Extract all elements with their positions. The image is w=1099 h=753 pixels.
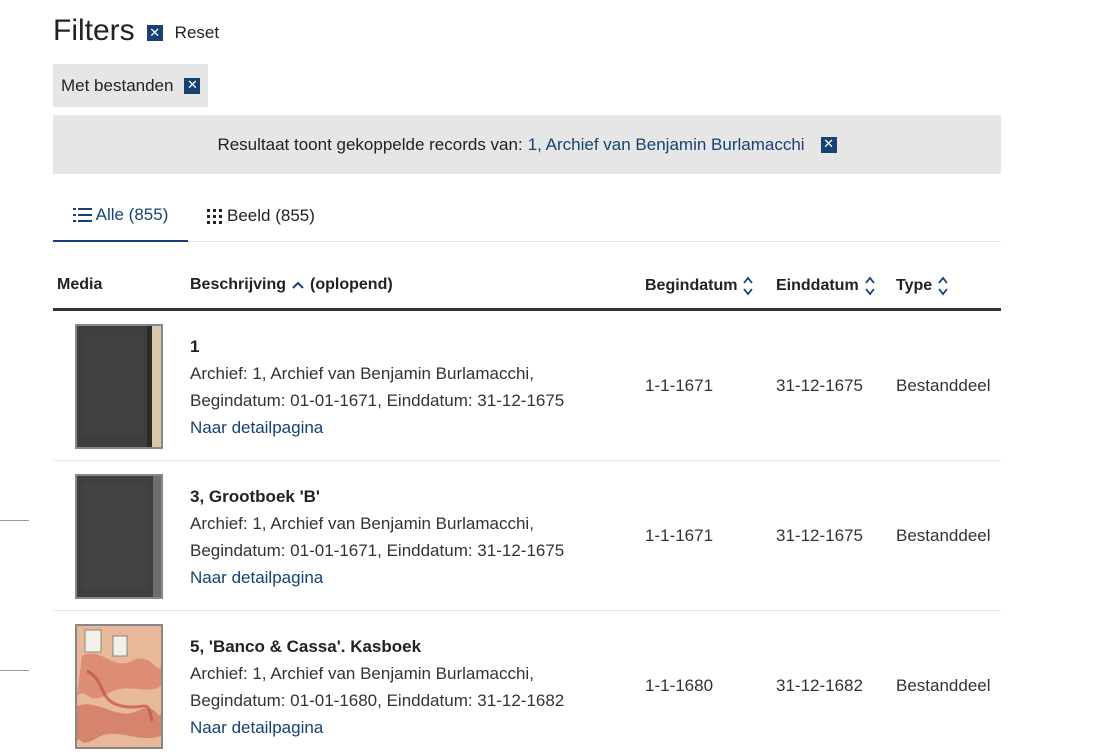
record-dates: Begindatum: 01-01-1671, Einddatum: 31-12… <box>190 541 565 560</box>
record-thumbnail[interactable] <box>75 474 163 599</box>
reset-link[interactable]: Reset <box>175 23 219 43</box>
column-header-description[interactable]: Beschrijving (oplopend) <box>190 276 393 294</box>
record-archive: Archief: 1, Archief van Benjamin Burlama… <box>190 514 534 533</box>
record-begin-date: 1-1-1680 <box>645 676 714 695</box>
column-header-begin[interactable]: Begindatum <box>645 276 754 296</box>
record-title: 3, Grootboek 'B' <box>190 487 320 506</box>
record-begin-date: 1-1-1671 <box>645 526 714 545</box>
table-row: 1 Archief: 1, Archief van Benjamin Burla… <box>53 311 1001 461</box>
sort-ascending-icon <box>292 280 304 290</box>
remove-link-filter-icon[interactable]: ✕ <box>820 136 837 153</box>
record-title: 1 <box>190 337 200 356</box>
clear-filters-icon[interactable]: ✕ <box>146 25 163 41</box>
record-dates: Begindatum: 01-01-1671, Einddatum: 31-12… <box>190 391 565 410</box>
record-archive: Archief: 1, Archief van Benjamin Burlama… <box>190 664 534 683</box>
sort-toggle-icon <box>938 276 948 296</box>
table-header: Media Beschrijving (oplopend) Begindatum… <box>53 268 1001 311</box>
sort-toggle-icon <box>743 276 754 296</box>
record-end-date: 31-12-1675 <box>776 376 863 395</box>
record-end-date: 31-12-1675 <box>776 526 863 545</box>
tab-all[interactable]: Alle (855) <box>53 190 188 242</box>
divider <box>0 520 29 521</box>
tab-image[interactable]: Beeld (855) <box>206 190 315 242</box>
column-header-type[interactable]: Type <box>896 276 948 296</box>
record-thumbnail[interactable] <box>75 324 163 449</box>
record-thumbnail[interactable] <box>75 624 163 749</box>
record-type: Bestanddeel <box>896 676 991 695</box>
active-filter-chip: Met bestanden ✕ <box>53 64 209 107</box>
banner-archive-link[interactable]: 1, Archief van Benjamin Burlamacchi <box>528 135 805 155</box>
detail-page-link[interactable]: Naar detailpagina <box>190 714 630 741</box>
column-header-description-label: Beschrijving <box>190 276 287 293</box>
banner-text: Resultaat toont gekoppelde records van: <box>217 134 523 154</box>
filters-title: Filters <box>53 14 135 47</box>
record-archive: Archief: 1, Archief van Benjamin Burlama… <box>190 364 534 383</box>
tab-image-label: Beeld (855) <box>227 206 315 225</box>
list-icon <box>72 207 93 223</box>
table-row: 3, Grootboek 'B' Archief: 1, Archief van… <box>53 461 1001 611</box>
sort-toggle-icon <box>864 276 875 296</box>
table-row: 5, 'Banco & Cassa'. Kasboek Archief: 1, … <box>53 611 1001 753</box>
record-begin-date: 1-1-1671 <box>645 376 714 395</box>
filters-header: Filters ✕ Reset <box>53 14 219 48</box>
record-description: 5, 'Banco & Cassa'. Kasboek Archief: 1, … <box>190 633 630 741</box>
sort-direction-label: (oplopend) <box>310 276 393 293</box>
record-end-date: 31-12-1682 <box>776 676 863 695</box>
record-type: Bestanddeel <box>896 376 991 395</box>
detail-page-link[interactable]: Naar detailpagina <box>190 564 630 591</box>
record-description: 1 Archief: 1, Archief van Benjamin Burla… <box>190 333 630 441</box>
tab-all-label: Alle (855) <box>95 205 169 224</box>
grid-icon <box>206 208 224 224</box>
column-header-end-label: Einddatum <box>776 277 859 294</box>
column-header-begin-label: Begindatum <box>645 277 738 294</box>
detail-page-link[interactable]: Naar detailpagina <box>190 414 630 441</box>
record-description: 3, Grootboek 'B' Archief: 1, Archief van… <box>190 483 630 591</box>
column-header-media: Media <box>57 276 103 293</box>
column-header-type-label: Type <box>896 277 933 294</box>
divider <box>0 670 29 671</box>
record-type: Bestanddeel <box>896 526 991 545</box>
remove-filter-icon[interactable]: ✕ <box>184 77 201 94</box>
linked-records-banner: Resultaat toont gekoppelde records van: … <box>53 115 1001 174</box>
view-tabs: Alle (855) Beeld (855) <box>53 190 1001 242</box>
record-dates: Begindatum: 01-01-1680, Einddatum: 31-12… <box>190 691 565 710</box>
record-title: 5, 'Banco & Cassa'. Kasboek <box>190 637 422 656</box>
column-header-end[interactable]: Einddatum <box>776 276 875 296</box>
active-filter-label: Met bestanden <box>61 75 174 95</box>
